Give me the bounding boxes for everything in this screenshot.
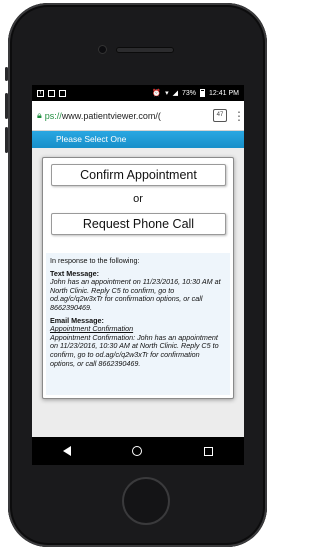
email-message-body: Appointment Confirmation: John has an ap… — [50, 332, 219, 368]
signal-icon: ◢ — [172, 90, 179, 97]
or-separator: or — [133, 193, 143, 205]
status-bar: f ⏰ ▾ ◢ 73% 12:41 PM — [32, 85, 244, 101]
clock: 12:41 PM — [209, 89, 239, 97]
address-bar[interactable]: 🔒︎ ps://www.patientviewer.com/( — [37, 105, 207, 127]
back-icon[interactable] — [62, 446, 71, 456]
url-text: www.patientviewer.com/( — [61, 110, 161, 121]
recent-apps-icon[interactable] — [204, 446, 214, 456]
alarm-icon: ⏰ — [152, 90, 162, 97]
mute-switch — [5, 67, 8, 81]
url-scheme: ps:// — [44, 110, 62, 121]
text-message-body: John has an appointment on 11/23/2016, 1… — [50, 277, 221, 312]
volume-down-button — [5, 127, 8, 153]
confirm-appointment-button[interactable]: Confirm Appointment — [51, 164, 226, 186]
wifi-icon: ▾ — [165, 90, 169, 97]
volume-up-button — [5, 93, 8, 119]
battery-icon — [200, 89, 206, 97]
overflow-menu-icon[interactable]: ⋮ — [233, 110, 244, 122]
lock-icon: 🔒︎ — [37, 110, 42, 120]
image-icon — [48, 89, 55, 97]
request-phone-call-button[interactable]: Request Phone Call — [51, 213, 226, 235]
facebook-icon: f — [37, 89, 44, 97]
info-intro: In response to the following: — [50, 256, 140, 265]
phone-screen: f ⏰ ▾ ◢ 73% 12:41 PM 🔒︎ ps://www.patient… — [32, 85, 244, 465]
page-header: Please Select One — [32, 131, 244, 148]
email-icon — [59, 89, 66, 97]
front-camera — [98, 45, 107, 54]
battery-percent: 73% — [182, 89, 197, 97]
earpiece-speaker — [116, 47, 174, 53]
tab-switcher-button[interactable]: 47 — [213, 109, 227, 122]
browser-toolbar: 🔒︎ ps://www.patientviewer.com/( 47 ⋮ — [32, 101, 244, 131]
home-button[interactable] — [122, 477, 170, 525]
message-info-panel: In response to the following: Text Messa… — [46, 253, 230, 395]
android-nav-bar — [32, 437, 244, 465]
home-icon[interactable] — [132, 446, 143, 456]
selection-dialog: Confirm Appointment or Request Phone Cal… — [42, 157, 234, 399]
